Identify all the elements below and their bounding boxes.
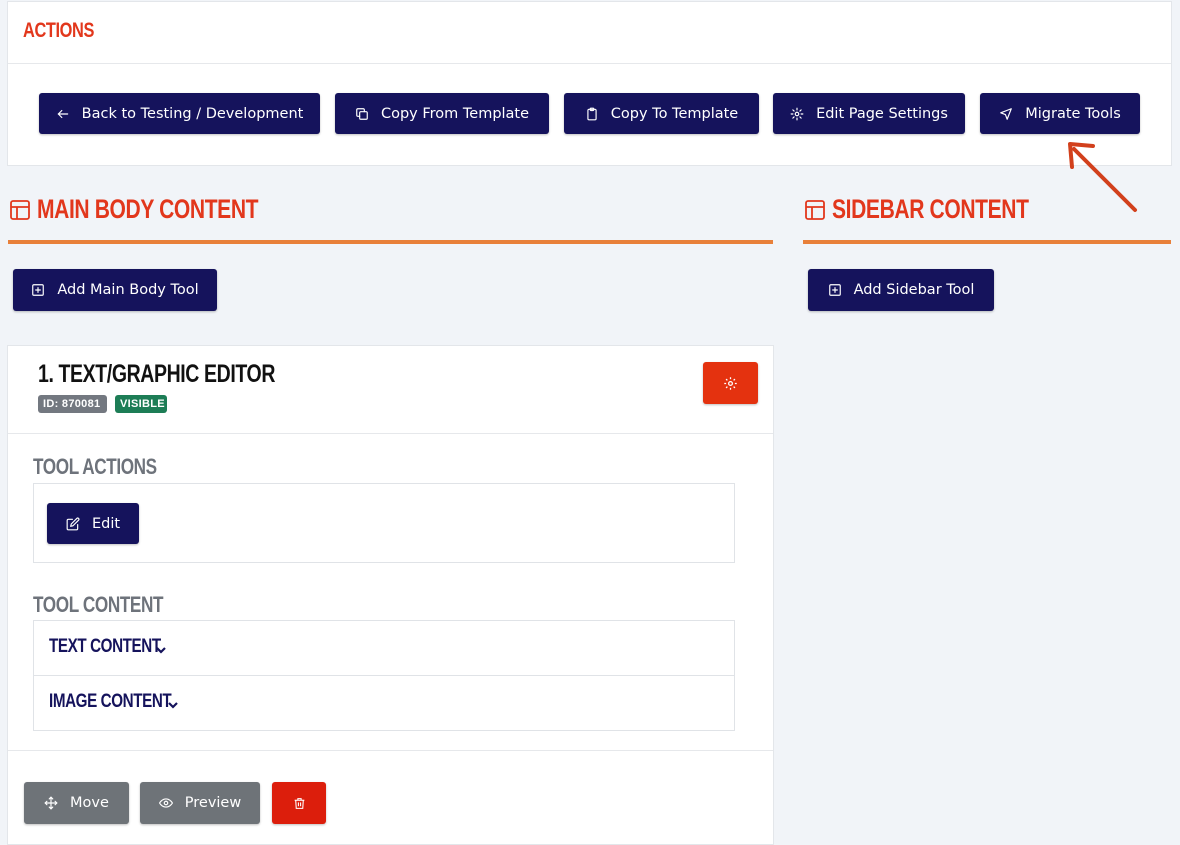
visible-status-badge: VISIBLE <box>115 395 167 413</box>
back-to-testing-button[interactable]: Back to Testing / Development <box>39 93 320 134</box>
chevron-down-icon <box>167 696 179 709</box>
tool-settings-button[interactable] <box>703 362 758 404</box>
gear-icon <box>723 376 738 391</box>
tool-card: 1. TEXT/GRAPHIC EDITOR ID: 870081 VISIBL… <box>7 345 774 845</box>
sidebar-title: SIDEBAR CONTENT <box>832 194 1029 224</box>
trash-icon <box>293 797 306 810</box>
layout-icon <box>804 199 826 221</box>
accordion-label: IMAGE CONTENT <box>49 691 172 712</box>
edit-page-settings-label: Edit Page Settings <box>816 105 948 122</box>
copy-icon <box>355 107 369 121</box>
add-sidebar-tool-button[interactable]: Add Sidebar Tool <box>808 269 994 311</box>
accordion-label: TEXT CONTENT <box>49 636 161 657</box>
sidebar-rule <box>803 240 1171 244</box>
delete-button[interactable] <box>272 782 326 824</box>
copy-to-template-button[interactable]: Copy To Template <box>564 93 759 134</box>
main-body-title: MAIN BODY CONTENT <box>37 194 259 224</box>
move-button[interactable]: Move <box>24 782 129 824</box>
tool-header-divider <box>8 433 773 434</box>
actions-card: ACTIONS Back to Testing / Development Co… <box>7 1 1172 166</box>
copy-to-template-label: Copy To Template <box>610 105 739 122</box>
tool-actions-box: Edit <box>33 483 735 563</box>
eye-icon <box>158 798 173 808</box>
add-sidebar-tool-label: Add Sidebar Tool <box>853 282 975 298</box>
copy-from-template-label: Copy From Template <box>380 105 530 122</box>
main-body-rule <box>8 240 773 244</box>
migrate-tools-button[interactable]: Migrate Tools <box>980 93 1140 134</box>
chevron-down-icon <box>155 641 167 654</box>
edit-button[interactable]: Edit <box>47 503 139 544</box>
edit-page-settings-button[interactable]: Edit Page Settings <box>773 93 965 134</box>
move-label: Move <box>70 795 109 811</box>
move-icon <box>44 796 58 810</box>
tool-footer-divider <box>8 750 773 751</box>
annotation-arrow <box>1068 142 1137 212</box>
back-to-testing-label: Back to Testing / Development <box>81 105 304 122</box>
plus-square-icon <box>31 283 45 297</box>
copy-from-template-button[interactable]: Copy From Template <box>335 93 549 134</box>
accordion-text-content[interactable]: TEXT CONTENT <box>34 621 734 676</box>
send-icon <box>999 107 1013 121</box>
layout-icon <box>9 199 31 221</box>
add-main-body-tool-label: Add Main Body Tool <box>57 282 199 298</box>
accordion-image-content[interactable]: IMAGE CONTENT <box>34 676 734 731</box>
tool-actions-title: TOOL ACTIONS <box>33 454 157 479</box>
actions-header: ACTIONS <box>8 2 1171 64</box>
plus-square-icon <box>828 283 842 297</box>
arrow-left-icon <box>56 107 70 121</box>
migrate-tools-label: Migrate Tools <box>1025 105 1121 122</box>
preview-label: Preview <box>184 795 242 811</box>
clipboard-icon <box>585 107 599 121</box>
preview-button[interactable]: Preview <box>140 782 260 824</box>
edit-icon <box>66 517 80 531</box>
add-main-body-tool-button[interactable]: Add Main Body Tool <box>13 269 217 311</box>
gear-icon <box>790 107 804 121</box>
tool-content-title: TOOL CONTENT <box>33 592 164 617</box>
edit-label: Edit <box>91 515 121 532</box>
tool-id-badge: ID: 870081 <box>38 395 107 413</box>
tool-content-box: TEXT CONTENT IMAGE CONTENT <box>33 620 735 731</box>
actions-title: ACTIONS <box>23 19 94 42</box>
tool-title: 1. TEXT/GRAPHIC EDITOR <box>38 360 276 388</box>
